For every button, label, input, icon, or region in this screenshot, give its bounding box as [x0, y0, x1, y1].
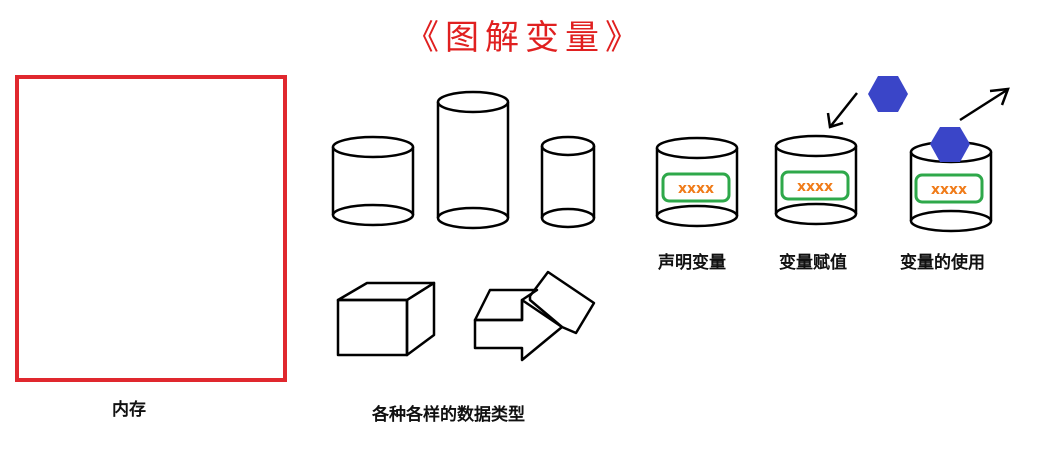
hexagon-value-incoming — [868, 76, 908, 112]
arrow-in-icon — [826, 92, 858, 129]
use-variable-label: 变量的使用 — [900, 253, 985, 273]
cylinder-tall — [436, 90, 510, 230]
value-text-use: xxxx — [931, 182, 967, 198]
assign-variable-label: 变量赋值 — [779, 253, 847, 273]
arrow-out-icon — [959, 87, 1010, 122]
diagram-canvas: xxxx xxxx xxxx — [15, 75, 1010, 382]
declare-variable-label: 声明变量 — [658, 253, 726, 273]
hexagon-value-outgoing — [930, 127, 970, 162]
value-text-assign: xxxx — [797, 179, 833, 195]
memory-label: 内存 — [112, 400, 146, 420]
cube-shape — [336, 281, 436, 357]
cylinder-declare: xxxx — [655, 136, 739, 228]
cylinder-assign: xxxx — [774, 134, 858, 226]
memory-box — [15, 75, 287, 382]
value-text-declare: xxxx — [678, 181, 714, 197]
data-types-label: 各种各样的数据类型 — [372, 405, 525, 425]
cylinder-small — [540, 135, 596, 229]
cylinder-short-wide — [331, 135, 415, 227]
data-type-cylinders — [331, 90, 596, 230]
arrow-shape — [473, 270, 596, 362]
